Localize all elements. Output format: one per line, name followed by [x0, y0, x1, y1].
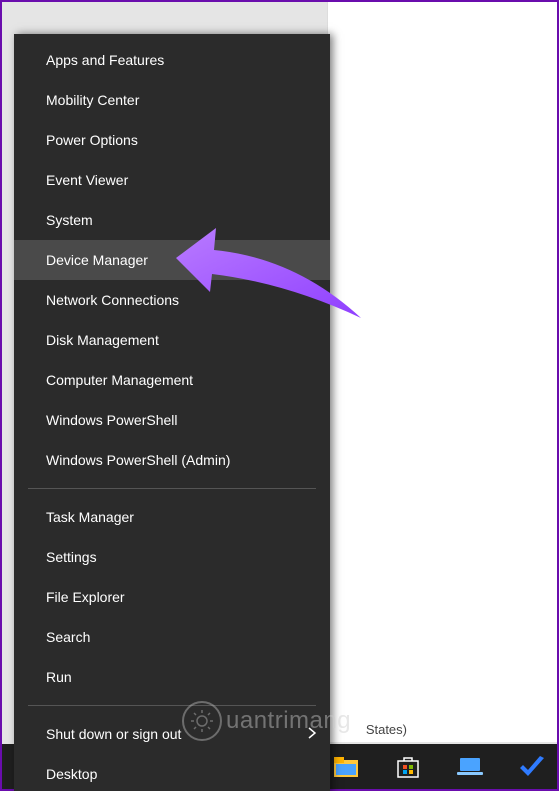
desktop-window-edge	[327, 2, 557, 742]
winx-disk-management[interactable]: Disk Management	[14, 320, 330, 360]
menu-item-label: Apps and Features	[46, 52, 164, 68]
menu-item-label: Device Manager	[46, 252, 148, 268]
chevron-right-icon	[308, 726, 316, 742]
menu-item-label: Settings	[46, 549, 97, 565]
winx-search[interactable]: Search	[14, 617, 330, 657]
microsoft-store-icon[interactable]	[394, 753, 422, 781]
menu-item-label: Windows PowerShell (Admin)	[46, 452, 230, 468]
winx-file-explorer[interactable]: File Explorer	[14, 577, 330, 617]
menu-item-label: Desktop	[46, 766, 97, 782]
winx-powershell-admin[interactable]: Windows PowerShell (Admin)	[14, 440, 330, 480]
laptop-icon[interactable]	[456, 753, 484, 781]
winx-computer-management[interactable]: Computer Management	[14, 360, 330, 400]
winx-mobility-center[interactable]: Mobility Center	[14, 80, 330, 120]
winx-powershell[interactable]: Windows PowerShell	[14, 400, 330, 440]
winx-power-options[interactable]: Power Options	[14, 120, 330, 160]
menu-item-label: Search	[46, 629, 90, 645]
menu-item-label: Mobility Center	[46, 92, 139, 108]
language-indicator: States)	[366, 722, 407, 737]
menu-item-label: Run	[46, 669, 72, 685]
menu-item-label: Network Connections	[46, 292, 179, 308]
winx-network-connections[interactable]: Network Connections	[14, 280, 330, 320]
menu-item-label: Windows PowerShell	[46, 412, 178, 428]
power-user-menu: Apps and Features Mobility Center Power Op…	[14, 34, 330, 791]
checkmark-icon[interactable]	[518, 753, 546, 781]
menu-item-label: File Explorer	[46, 589, 125, 605]
menu-separator	[28, 488, 316, 489]
winx-shutdown[interactable]: Shut down or sign out	[14, 714, 330, 754]
winx-event-viewer[interactable]: Event Viewer	[14, 160, 330, 200]
winx-system[interactable]: System	[14, 200, 330, 240]
menu-item-label: Task Manager	[46, 509, 134, 525]
menu-item-label: Shut down or sign out	[46, 726, 181, 742]
winx-run[interactable]: Run	[14, 657, 330, 697]
winx-settings[interactable]: Settings	[14, 537, 330, 577]
winx-apps-and-features[interactable]: Apps and Features	[14, 40, 330, 80]
menu-item-label: Computer Management	[46, 372, 193, 388]
winx-desktop[interactable]: Desktop	[14, 754, 330, 791]
menu-item-label: Power Options	[46, 132, 138, 148]
menu-item-label: Event Viewer	[46, 172, 128, 188]
menu-item-label: System	[46, 212, 93, 228]
winx-device-manager[interactable]: Device Manager	[14, 240, 330, 280]
menu-separator	[28, 705, 316, 706]
file-explorer-icon[interactable]	[332, 753, 360, 781]
menu-item-label: Disk Management	[46, 332, 159, 348]
winx-task-manager[interactable]: Task Manager	[14, 497, 330, 537]
